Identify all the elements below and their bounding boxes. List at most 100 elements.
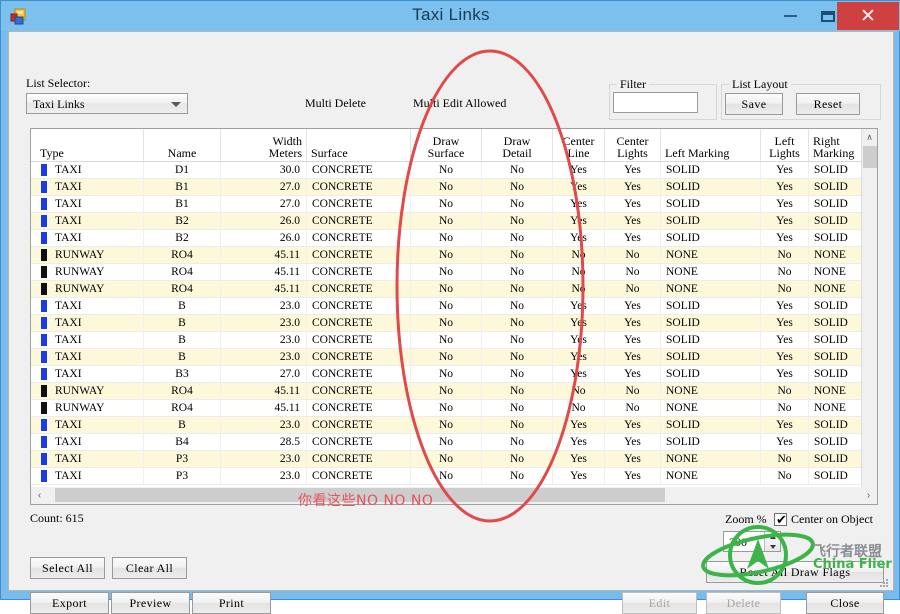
cell-draw_detail[interactable]: No xyxy=(482,264,553,280)
cell-center_lights[interactable]: Yes xyxy=(605,179,661,195)
cell-center_line[interactable]: No xyxy=(553,281,605,297)
save-layout-button[interactable]: Save xyxy=(725,93,783,115)
close-button[interactable]: ✕ xyxy=(837,2,899,30)
grid-column-header-surface[interactable]: Surface xyxy=(307,129,411,161)
scroll-up-icon[interactable]: ∧ xyxy=(862,129,877,145)
cell-surface[interactable]: CONCRETE xyxy=(307,451,411,467)
cell-left_marking[interactable]: SOLID xyxy=(661,349,761,365)
table-row[interactable]: TAXI B 23.0 CONCRETE No No Yes Yes SOLID Yes SOLID xyxy=(31,417,877,434)
grid-column-header-width_meters[interactable]: Width Meters xyxy=(221,129,307,161)
cell-surface[interactable]: CONCRETE xyxy=(307,332,411,348)
cell-draw_detail[interactable]: No xyxy=(482,162,553,178)
grid-column-header-center_line[interactable]: Center Line xyxy=(553,129,605,161)
cell-width_meters[interactable]: 26.0 xyxy=(221,213,307,229)
cell-name[interactable]: RO4 xyxy=(144,247,221,263)
cell-center_line[interactable]: Yes xyxy=(553,196,605,212)
cell-width_meters[interactable]: 45.11 xyxy=(221,247,307,263)
cell-center_lights[interactable]: Yes xyxy=(605,332,661,348)
table-row[interactable]: TAXI B4 28.5 CONCRETE No No Yes Yes SOLID Yes SOLI… xyxy=(31,434,877,451)
cell-draw_surface[interactable]: No xyxy=(411,162,482,178)
cell-draw_surface[interactable]: No xyxy=(411,400,482,416)
cell-type[interactable]: RUNWAY xyxy=(36,247,144,263)
cell-name[interactable]: B xyxy=(144,298,221,314)
cell-draw_detail[interactable]: No xyxy=(482,349,553,365)
cell-left_marking[interactable]: SOLID xyxy=(661,366,761,382)
cell-left_marking[interactable]: SOLID xyxy=(661,162,761,178)
cell-left_lights[interactable]: No xyxy=(761,400,809,416)
cell-draw_surface[interactable]: No xyxy=(411,468,482,484)
cell-surface[interactable]: CONCRETE xyxy=(307,417,411,433)
cell-name[interactable]: B2 xyxy=(144,230,221,246)
cell-surface[interactable]: CONCRETE xyxy=(307,400,411,416)
cell-left_lights[interactable]: No xyxy=(761,383,809,399)
center-on-object-checkbox[interactable]: ✔ xyxy=(774,512,787,527)
cell-name[interactable]: RO4 xyxy=(144,400,221,416)
cell-left_marking[interactable]: SOLID xyxy=(661,179,761,195)
grid-horizontal-scrollbar[interactable]: ‹ › xyxy=(30,487,878,505)
cell-draw_detail[interactable]: No xyxy=(482,383,553,399)
table-row[interactable]: TAXI B 23.0 CONCRETE No No Yes Yes SOLID Yes SOLID xyxy=(31,349,877,366)
reset-layout-button[interactable]: Reset xyxy=(796,93,860,115)
grid-vertical-scrollbar[interactable]: ∧ ∨ xyxy=(861,129,877,504)
cell-draw_detail[interactable]: No xyxy=(482,247,553,263)
cell-draw_surface[interactable]: No xyxy=(411,247,482,263)
cell-draw_detail[interactable]: No xyxy=(482,332,553,348)
cell-left_lights[interactable]: No xyxy=(761,468,809,484)
cell-left_lights[interactable]: No xyxy=(761,247,809,263)
cell-draw_detail[interactable]: No xyxy=(482,196,553,212)
stepper-buttons[interactable] xyxy=(764,532,780,551)
cell-type[interactable]: TAXI xyxy=(36,298,144,314)
cell-width_meters[interactable]: 45.11 xyxy=(221,383,307,399)
cell-type[interactable]: RUNWAY xyxy=(36,400,144,416)
cell-draw_detail[interactable]: No xyxy=(482,451,553,467)
cell-width_meters[interactable]: 27.0 xyxy=(221,196,307,212)
cell-center_lights[interactable]: Yes xyxy=(605,349,661,365)
cell-center_line[interactable]: Yes xyxy=(553,298,605,314)
cell-left_lights[interactable]: Yes xyxy=(761,434,809,450)
cell-type[interactable]: TAXI xyxy=(36,468,144,484)
cell-draw_detail[interactable]: No xyxy=(482,179,553,195)
grid-column-header-name[interactable]: Name xyxy=(144,129,221,161)
cell-name[interactable]: B xyxy=(144,332,221,348)
table-row[interactable]: RUNWAY RO4 45.11 CONCRETE No No No No NONE No NONE xyxy=(31,383,877,400)
cell-center_lights[interactable]: Yes xyxy=(605,298,661,314)
cell-draw_surface[interactable]: No xyxy=(411,264,482,280)
cell-draw_surface[interactable]: No xyxy=(411,315,482,331)
grid-column-header-left_lights[interactable]: Left Lights xyxy=(761,129,809,161)
close-dialog-button[interactable]: Close xyxy=(806,592,884,614)
cell-type[interactable]: TAXI xyxy=(36,366,144,382)
cell-left_marking[interactable]: SOLID xyxy=(661,230,761,246)
cell-draw_surface[interactable]: No xyxy=(411,417,482,433)
cell-left_marking[interactable]: SOLID xyxy=(661,315,761,331)
grid-column-header-draw_surface[interactable]: Draw Surface xyxy=(411,129,482,161)
cell-surface[interactable]: CONCRETE xyxy=(307,264,411,280)
cell-width_meters[interactable]: 23.0 xyxy=(221,332,307,348)
cell-center_lights[interactable]: No xyxy=(605,400,661,416)
print-button[interactable]: Print xyxy=(192,592,271,614)
cell-surface[interactable]: CONCRETE xyxy=(307,383,411,399)
cell-left_lights[interactable]: No xyxy=(761,451,809,467)
cell-center_line[interactable]: Yes xyxy=(553,162,605,178)
resize-grip[interactable] xyxy=(878,576,890,588)
cell-left_marking[interactable]: NONE xyxy=(661,383,761,399)
cell-surface[interactable]: CONCRETE xyxy=(307,315,411,331)
cell-left_lights[interactable]: Yes xyxy=(761,315,809,331)
cell-surface[interactable]: CONCRETE xyxy=(307,434,411,450)
cell-surface[interactable]: CONCRETE xyxy=(307,468,411,484)
cell-left_marking[interactable]: NONE xyxy=(661,247,761,263)
cell-center_line[interactable]: Yes xyxy=(553,349,605,365)
cell-center_lights[interactable]: Yes xyxy=(605,162,661,178)
table-row[interactable]: TAXI B2 26.0 CONCRETE No No Yes Yes SOLID Yes SOLI… xyxy=(31,213,877,230)
cell-center_line[interactable]: Yes xyxy=(553,366,605,382)
cell-center_lights[interactable]: No xyxy=(605,383,661,399)
cell-left_marking[interactable]: NONE xyxy=(661,281,761,297)
table-row[interactable]: TAXI B 23.0 CONCRETE No No Yes Yes SOLID Yes SOLID xyxy=(31,315,877,332)
cell-left_marking[interactable]: NONE xyxy=(661,264,761,280)
cell-draw_surface[interactable]: No xyxy=(411,281,482,297)
table-row[interactable]: RUNWAY RO4 45.11 CONCRETE No No No No NONE No NONE xyxy=(31,247,877,264)
cell-surface[interactable]: CONCRETE xyxy=(307,281,411,297)
cell-width_meters[interactable]: 28.5 xyxy=(221,434,307,450)
cell-draw_surface[interactable]: No xyxy=(411,298,482,314)
table-row[interactable]: TAXI B1 27.0 CONCRETE No No Yes Yes SOLID Yes SOLI… xyxy=(31,196,877,213)
cell-left_marking[interactable]: SOLID xyxy=(661,434,761,450)
